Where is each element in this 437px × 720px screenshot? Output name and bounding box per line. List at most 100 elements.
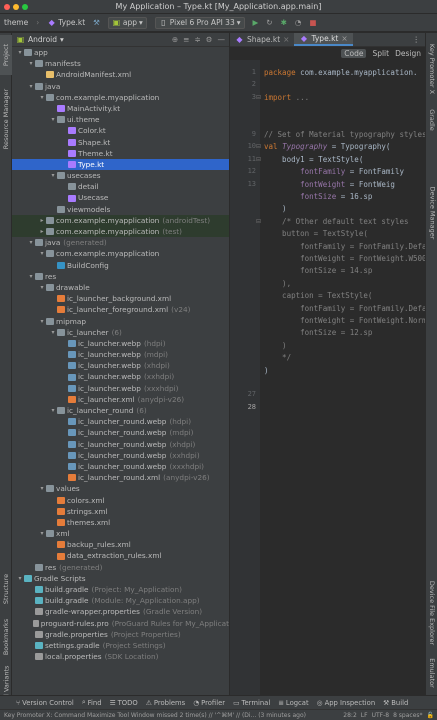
tool-tab-resource-manager[interactable]: Resource Manager xyxy=(0,79,12,159)
expand-arrow-icon[interactable]: ▾ xyxy=(49,114,57,125)
locate-icon[interactable]: ⊕ xyxy=(172,35,178,44)
fold-marker-icon[interactable]: ⊟ xyxy=(256,143,261,150)
tree-item[interactable]: Theme.kt xyxy=(12,148,229,159)
tree-item[interactable]: ▾ res xyxy=(12,271,229,282)
gear-icon[interactable]: ⚙ xyxy=(206,35,213,44)
tree-item[interactable]: ▾ com.example.myapplication xyxy=(12,248,229,259)
tree-item[interactable]: AndroidManifest.xml xyxy=(12,69,229,80)
tree-item[interactable]: ▾ ic_launcher_round (6) xyxy=(12,405,229,416)
stop-icon[interactable]: ■ xyxy=(305,18,320,27)
project-view-selector[interactable]: Android xyxy=(28,35,57,44)
close-icon[interactable]: × xyxy=(283,35,289,44)
hammer-icon[interactable]: ⚒ xyxy=(89,18,104,27)
tree-item[interactable]: ic_launcher.webp (xhdpi) xyxy=(12,360,229,371)
tool-tab-key-promoter[interactable]: Key Promoter X xyxy=(426,39,437,99)
tree-item[interactable]: gradle.properties (Project Properties) xyxy=(12,629,229,640)
tree-item[interactable]: settings.gradle (Project Settings) xyxy=(12,640,229,651)
mode-code-button[interactable]: Code xyxy=(341,49,367,58)
tree-item[interactable]: ▸ com.example.myapplication (test) xyxy=(12,226,229,238)
module-selector[interactable]: ▣ app ▾ xyxy=(107,16,147,29)
tree-item[interactable]: ic_launcher_round.webp (xxxhdpi) xyxy=(12,461,229,472)
expand-arrow-icon[interactable]: ▾ xyxy=(38,483,46,494)
tree-item[interactable]: BuildConfig xyxy=(12,260,229,271)
tab-type-kt[interactable]: ◆ Type.kt × xyxy=(294,33,353,46)
tool-tab-gradle[interactable]: Gradle xyxy=(426,105,437,135)
collapse-all-icon[interactable]: ≡ xyxy=(183,35,189,44)
tool-build[interactable]: ⚒ Build xyxy=(383,699,408,707)
tree-item[interactable]: proguard-rules.pro (ProGuard Rules for My… xyxy=(12,618,229,629)
breadcrumb-file[interactable]: ◆ Type.kt xyxy=(43,18,89,27)
tool-tab-device-manager[interactable]: Device Manager xyxy=(426,183,437,243)
tree-item[interactable]: ic_launcher.webp (xxhdpi) xyxy=(12,371,229,382)
tree-item[interactable]: colors.xml xyxy=(12,495,229,506)
file-encoding[interactable]: UTF-8 xyxy=(372,712,390,719)
line-separator[interactable]: LF xyxy=(361,712,368,719)
tree-item[interactable]: build.gradle (Module: My_Application.app) xyxy=(12,595,229,606)
tabs-overflow-icon[interactable]: ⋮ xyxy=(408,33,426,46)
refresh-icon[interactable]: ↻ xyxy=(262,18,276,27)
tree-item[interactable]: MainActivity.kt xyxy=(12,103,229,114)
expand-arrow-icon[interactable]: ▾ xyxy=(27,81,35,92)
expand-arrow-icon[interactable]: ▾ xyxy=(27,237,35,248)
tree-item[interactable]: ▾ usecases xyxy=(12,170,229,181)
tree-item[interactable]: ▾ java xyxy=(12,81,229,92)
tool-tab-device-file-explorer[interactable]: Device File Explorer xyxy=(426,578,437,648)
expand-all-icon[interactable]: ≑ xyxy=(194,35,200,44)
expand-arrow-icon[interactable]: ▸ xyxy=(38,226,46,237)
tree-item[interactable]: Usecase xyxy=(12,192,229,203)
expand-arrow-icon[interactable]: ▾ xyxy=(38,248,46,259)
tree-item[interactable]: ic_launcher_round.webp (mdpi) xyxy=(12,427,229,438)
tree-item[interactable]: ▾ mipmap xyxy=(12,316,229,327)
tool-profiler[interactable]: ◔ Profiler xyxy=(193,699,225,707)
tree-item[interactable]: local.properties (SDK Location) xyxy=(12,651,229,662)
tree-item[interactable]: viewmodels xyxy=(12,204,229,215)
tool-find[interactable]: ⌕ Find xyxy=(82,698,102,707)
status-message[interactable]: Key Promoter X: Command Maximize Tool Wi… xyxy=(4,712,306,719)
tree-item[interactable]: Type.kt xyxy=(12,158,229,171)
code-view[interactable]: package com.example.myapplication. import… xyxy=(230,60,425,695)
tool-logcat[interactable]: ≣ Logcat xyxy=(278,699,308,707)
tree-item[interactable]: ic_launcher_round.webp (hdpi) xyxy=(12,416,229,427)
expand-arrow-icon[interactable]: ▾ xyxy=(38,316,46,327)
expand-arrow-icon[interactable]: ▾ xyxy=(38,92,46,103)
tree-item[interactable]: ▾ xml xyxy=(12,528,229,539)
tree-item[interactable]: ic_launcher.xml (anydpi-v26) xyxy=(12,394,229,405)
tree-item[interactable]: Shape.kt xyxy=(12,137,229,148)
hide-icon[interactable]: — xyxy=(218,35,226,44)
expand-arrow-icon[interactable]: ▾ xyxy=(49,327,57,338)
expand-arrow-icon[interactable]: ▾ xyxy=(16,47,24,58)
close-icon[interactable]: × xyxy=(341,34,347,43)
tree-item[interactable]: ▸ com.example.myapplication (androidTest) xyxy=(12,214,229,226)
tree-item[interactable]: ic_launcher.webp (mdpi) xyxy=(12,349,229,360)
device-selector[interactable]: ▯ Pixel 6 Pro API 33 ▾ xyxy=(154,16,245,29)
tree-item[interactable]: ▾ manifests xyxy=(12,58,229,69)
debug-icon[interactable]: ✱ xyxy=(277,18,291,27)
tree-item[interactable]: ▾ Gradle Scripts xyxy=(12,573,229,584)
tree-item[interactable]: ic_launcher_foreground.xml (v24) xyxy=(12,304,229,315)
mode-split-button[interactable]: Split xyxy=(372,49,389,58)
tree-item[interactable]: build.gradle (Project: My_Application) xyxy=(12,584,229,595)
profile-icon[interactable]: ◔ xyxy=(291,18,306,27)
tree-item[interactable]: ic_launcher_background.xml xyxy=(12,293,229,304)
tree-item[interactable]: data_extraction_rules.xml xyxy=(12,550,229,561)
expand-arrow-icon[interactable]: ▾ xyxy=(38,528,46,539)
tree-item[interactable]: ic_launcher_round.webp (xhdpi) xyxy=(12,439,229,450)
tree-item[interactable]: ▾ com.example.myapplication xyxy=(12,92,229,103)
tree-item[interactable]: backup_rules.xml xyxy=(12,539,229,550)
tool-todo[interactable]: ☰ TODO xyxy=(110,699,138,707)
tool-terminal[interactable]: ▭ Terminal xyxy=(233,699,270,707)
expand-arrow-icon[interactable]: ▸ xyxy=(38,215,46,226)
tree-item[interactable]: res (generated) xyxy=(12,562,229,573)
mode-design-button[interactable]: Design xyxy=(395,49,421,58)
tree-item[interactable]: ▾ drawable xyxy=(12,282,229,293)
tree-item[interactable]: ic_launcher_round.xml (anydpi-v26) xyxy=(12,472,229,483)
tree-item[interactable]: themes.xml xyxy=(12,517,229,528)
tool-problems[interactable]: ⚠ Problems xyxy=(146,699,185,707)
lock-icon[interactable]: 🔓 xyxy=(427,712,434,719)
chevron-down-icon[interactable]: ▾ xyxy=(60,35,64,44)
expand-arrow-icon[interactable]: ▾ xyxy=(27,271,35,282)
expand-arrow-icon[interactable]: ▾ xyxy=(38,282,46,293)
tool-tab-structure[interactable]: Structure xyxy=(0,568,12,610)
tree-item[interactable]: ▾ ui.theme xyxy=(12,114,229,125)
fold-marker-icon[interactable]: ⊟ xyxy=(256,156,261,163)
